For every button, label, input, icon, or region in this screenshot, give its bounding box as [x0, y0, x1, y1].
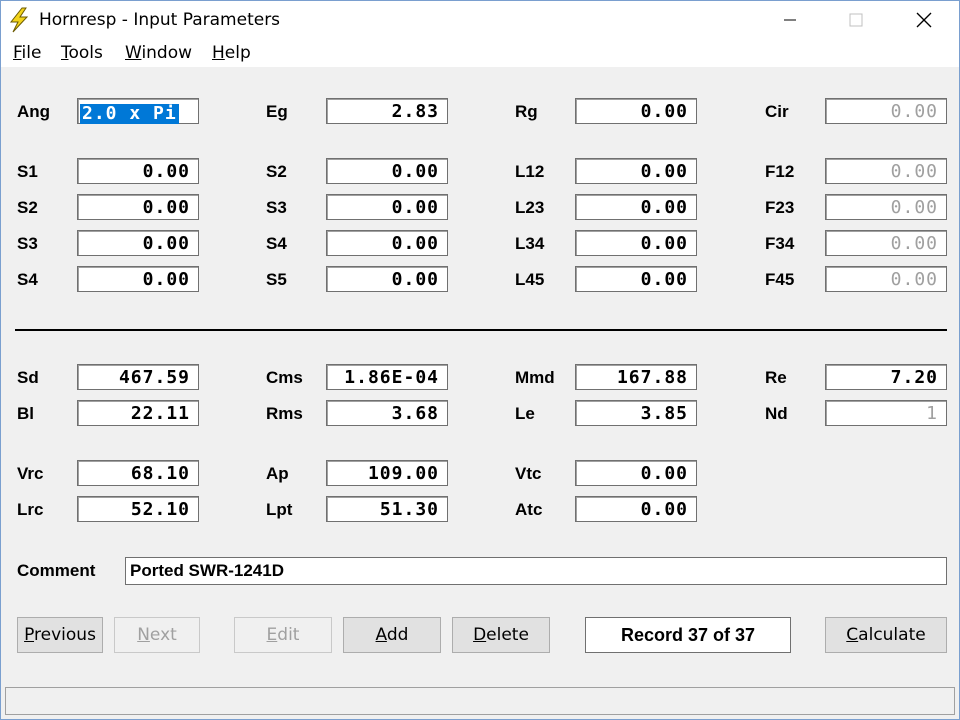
- field-nd[interactable]: 1: [825, 400, 947, 426]
- field-atc[interactable]: 0.00: [575, 496, 697, 522]
- label-vtc: Vtc: [515, 464, 542, 483]
- field-s1[interactable]: 0.00: [77, 158, 199, 184]
- field-sd[interactable]: 467.59: [77, 364, 199, 390]
- label-re: Re: [765, 368, 787, 387]
- close-button[interactable]: [901, 1, 947, 39]
- field-s3-left[interactable]: 0.00: [77, 230, 199, 256]
- label-bl: Bl: [17, 404, 34, 423]
- label-le: Le: [515, 404, 535, 423]
- field-s5[interactable]: 0.00: [326, 266, 448, 292]
- menu-help[interactable]: Help: [212, 43, 251, 63]
- label-s2: S2: [266, 162, 287, 181]
- field-f45: 0.00: [825, 266, 947, 292]
- section-divider: [15, 329, 947, 331]
- field-l34[interactable]: 0.00: [575, 230, 697, 256]
- lightning-bolt-icon: [9, 7, 29, 33]
- label-l34: L34: [515, 234, 545, 253]
- label-f34: F34: [765, 234, 795, 253]
- field-l12[interactable]: 0.00: [575, 158, 697, 184]
- window-title: Hornresp - Input Parameters: [39, 10, 281, 30]
- title-bar[interactable]: Hornresp - Input Parameters: [1, 1, 959, 39]
- label-f45: F45: [765, 270, 795, 289]
- calculate-button[interactable]: Calculate: [825, 617, 947, 653]
- field-f23: 0.00: [825, 194, 947, 220]
- label-f23: F23: [765, 198, 795, 217]
- field-cir: 0.00: [825, 98, 947, 124]
- label-lrc: Lrc: [17, 500, 44, 519]
- field-s2-left[interactable]: 0.00: [77, 194, 199, 220]
- label-ap: Ap: [266, 464, 289, 483]
- status-bar: [5, 687, 955, 715]
- label-lpt: Lpt: [266, 500, 293, 519]
- label-cms: Cms: [266, 368, 303, 387]
- label-atc: Atc: [515, 500, 543, 519]
- label-vrc: Vrc: [17, 464, 44, 483]
- menu-window[interactable]: Window: [125, 43, 192, 63]
- field-rms[interactable]: 3.68: [326, 400, 448, 426]
- edit-button: Edit: [234, 617, 332, 653]
- label-s3-left: S3: [17, 234, 38, 253]
- field-eg[interactable]: 2.83: [326, 98, 448, 124]
- field-s3[interactable]: 0.00: [326, 194, 448, 220]
- field-le[interactable]: 3.85: [575, 400, 697, 426]
- label-s1: S1: [17, 162, 38, 181]
- field-s2[interactable]: 0.00: [326, 158, 448, 184]
- maximize-icon: [849, 13, 863, 27]
- minimize-icon: [784, 19, 796, 21]
- field-l45[interactable]: 0.00: [575, 266, 697, 292]
- label-s2-left: S2: [17, 198, 38, 217]
- add-button[interactable]: Add: [343, 617, 441, 653]
- previous-button[interactable]: Previous: [17, 617, 103, 653]
- label-s4-left: S4: [17, 270, 38, 289]
- record-indicator: Record 37 of 37: [585, 617, 791, 653]
- field-vrc[interactable]: 68.10: [77, 460, 199, 486]
- label-l12: L12: [515, 162, 545, 181]
- main-window: Hornresp - Input Parameters File Tools W…: [0, 0, 960, 720]
- label-sd: Sd: [17, 368, 39, 387]
- label-l23: L23: [515, 198, 545, 217]
- delete-button[interactable]: Delete: [452, 617, 550, 653]
- field-mmd[interactable]: 167.88: [575, 364, 697, 390]
- comment-input[interactable]: Ported SWR-1241D: [125, 557, 947, 585]
- field-cms[interactable]: 1.86E-04: [326, 364, 448, 390]
- menu-tools[interactable]: Tools: [61, 43, 103, 63]
- field-ang[interactable]: 2.0 x Pi: [77, 98, 199, 124]
- field-f12: 0.00: [825, 158, 947, 184]
- field-bl[interactable]: 22.11: [77, 400, 199, 426]
- label-s3: S3: [266, 198, 287, 217]
- label-s5: S5: [266, 270, 287, 289]
- label-cir: Cir: [765, 102, 789, 121]
- field-rg[interactable]: 0.00: [575, 98, 697, 124]
- label-comment: Comment: [17, 561, 96, 580]
- field-ap[interactable]: 109.00: [326, 460, 448, 486]
- label-mmd: Mmd: [515, 368, 555, 387]
- field-s4[interactable]: 0.00: [326, 230, 448, 256]
- field-f34: 0.00: [825, 230, 947, 256]
- field-s4-left[interactable]: 0.00: [77, 266, 199, 292]
- label-ang: Ang: [17, 102, 51, 121]
- menu-file[interactable]: File: [13, 43, 41, 63]
- label-rms: Rms: [266, 404, 303, 423]
- maximize-button[interactable]: [833, 1, 879, 39]
- label-s4: S4: [266, 234, 287, 253]
- next-button: Next: [114, 617, 200, 653]
- field-lpt[interactable]: 51.30: [326, 496, 448, 522]
- label-eg: Eg: [266, 102, 288, 121]
- label-rg: Rg: [515, 102, 538, 121]
- field-re[interactable]: 7.20: [825, 364, 947, 390]
- label-l45: L45: [515, 270, 545, 289]
- field-lrc[interactable]: 52.10: [77, 496, 199, 522]
- minimize-button[interactable]: [767, 1, 813, 39]
- field-vtc[interactable]: 0.00: [575, 460, 697, 486]
- label-f12: F12: [765, 162, 795, 181]
- close-icon: [916, 12, 932, 28]
- field-l23[interactable]: 0.00: [575, 194, 697, 220]
- label-nd: Nd: [765, 404, 788, 423]
- menu-bar: File Tools Window Help: [1, 39, 959, 67]
